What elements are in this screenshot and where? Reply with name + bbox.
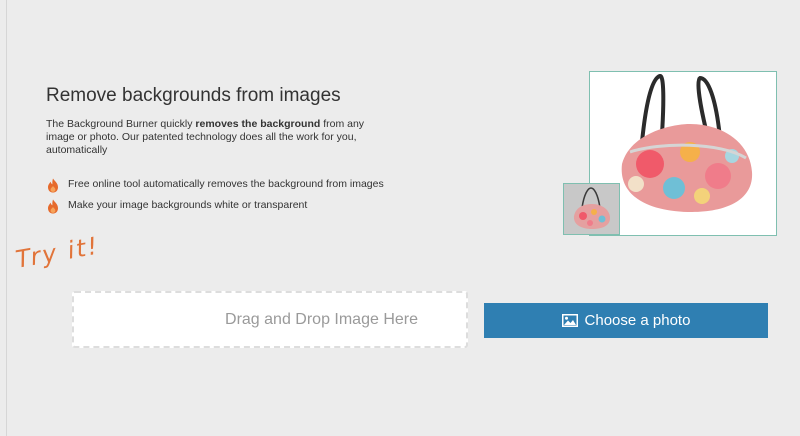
drop-zone-text: Drag and Drop Image Here xyxy=(225,310,418,328)
lead-prefix: The Background Burner quickly xyxy=(46,118,196,130)
choose-photo-button[interactable]: Choose a photo xyxy=(484,303,768,338)
page: Remove backgrounds from images The Backg… xyxy=(0,0,800,436)
choose-photo-label: Choose a photo xyxy=(584,312,691,329)
feature-item: Free online tool automatically removes t… xyxy=(46,178,386,193)
lead-bold: removes the background xyxy=(195,118,321,130)
page-title: Remove backgrounds from images xyxy=(46,85,341,106)
feature-text: Free online tool automatically removes t… xyxy=(68,178,384,190)
feature-text: Make your image backgrounds white or tra… xyxy=(68,199,308,211)
feature-list: Free online tool automatically removes t… xyxy=(46,178,386,214)
original-thumbnail[interactable] xyxy=(563,183,620,235)
try-it-label: Try it! xyxy=(13,231,102,274)
flame-icon xyxy=(48,178,58,193)
flame-icon xyxy=(48,199,58,214)
handbag-thumbnail-image xyxy=(564,184,619,234)
intro-description: The Background Burner quickly removes th… xyxy=(46,118,386,157)
intro-section: Remove backgrounds from images The Backg… xyxy=(46,84,386,220)
image-drop-zone[interactable]: Drag and Drop Image Here xyxy=(72,291,468,348)
feature-item: Make your image backgrounds white or tra… xyxy=(46,199,386,214)
image-icon xyxy=(561,314,578,327)
left-divider xyxy=(6,0,7,436)
